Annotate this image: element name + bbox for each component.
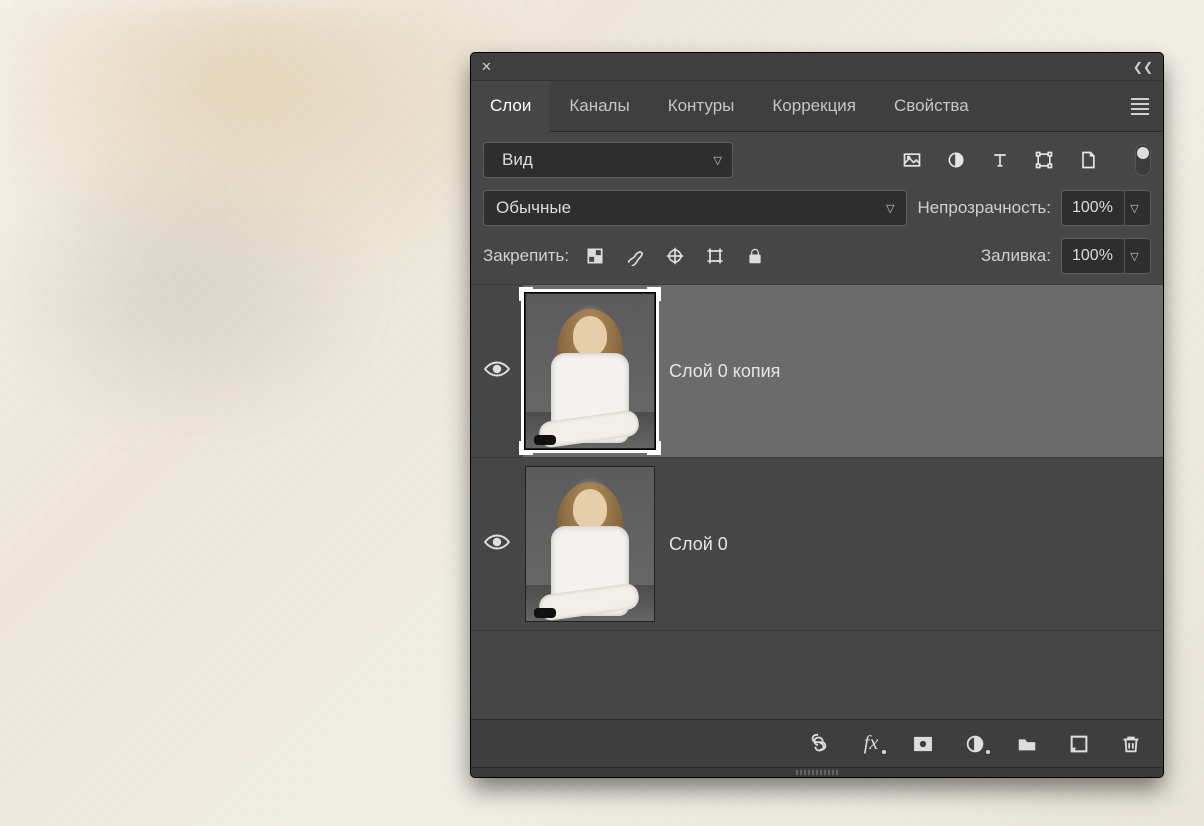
layer-row[interactable]: Слой 0 копия — [471, 285, 1163, 458]
tab-paths[interactable]: Контуры — [649, 81, 754, 131]
eye-icon — [484, 533, 510, 555]
close-panel-icon[interactable]: ✕ — [481, 60, 492, 73]
layer-style-icon[interactable]: fx — [859, 732, 883, 756]
filter-shape-icon[interactable] — [1033, 149, 1055, 171]
blend-row: Обычные ▽ Непрозрачность: 100% ▽ — [471, 186, 1163, 232]
tab-properties-label: Свойства — [894, 96, 969, 116]
dropdown-tick-icon — [882, 750, 886, 754]
filter-type-icon[interactable] — [989, 149, 1011, 171]
layer-thumbnail[interactable] — [525, 466, 655, 622]
lock-icons — [583, 244, 767, 268]
new-layer-icon[interactable] — [1067, 732, 1091, 756]
lock-row: Закрепить: Заливка: 100% ▽ — [471, 232, 1163, 284]
lock-artboard-icon[interactable] — [703, 244, 727, 268]
panel-header: ✕ ❮❮ — [471, 53, 1163, 81]
add-mask-icon[interactable] — [911, 732, 935, 756]
tab-paths-label: Контуры — [668, 96, 735, 116]
layer-row[interactable]: Слой 0 — [471, 458, 1163, 631]
layer-content[interactable]: Слой 0 — [523, 458, 1163, 630]
layers-list: Слой 0 копия — [471, 284, 1163, 719]
layer-name[interactable]: Слой 0 копия — [669, 361, 780, 382]
layer-visibility-toggle[interactable] — [471, 360, 523, 382]
panel-tabs: Слои Каналы Контуры Коррекция Свойства — [471, 81, 1163, 132]
layers-panel: ✕ ❮❮ Слои Каналы Контуры Коррекция Свойс… — [471, 53, 1163, 777]
fill-chevron-icon[interactable]: ▽ — [1124, 238, 1144, 274]
filter-pixel-icon[interactable] — [901, 149, 923, 171]
opacity-input[interactable]: 100% ▽ — [1061, 190, 1151, 226]
opacity-chevron-icon[interactable]: ▽ — [1124, 190, 1144, 226]
layer-content[interactable]: Слой 0 копия — [523, 285, 1163, 457]
chevron-down-icon: ▽ — [886, 202, 894, 215]
collapse-panel-icon[interactable]: ❮❮ — [1133, 60, 1153, 74]
tab-adjustments[interactable]: Коррекция — [753, 81, 875, 131]
delete-layer-icon[interactable] — [1119, 732, 1143, 756]
tab-layers-label: Слои — [490, 96, 531, 116]
layer-visibility-toggle[interactable] — [471, 533, 523, 555]
tab-properties[interactable]: Свойства — [875, 81, 988, 131]
chevron-down-icon: ▽ — [714, 154, 722, 167]
layer-name[interactable]: Слой 0 — [669, 534, 728, 555]
tab-channels[interactable]: Каналы — [550, 81, 648, 131]
filter-icons — [901, 149, 1099, 171]
tab-layers[interactable]: Слои — [471, 81, 550, 131]
eye-icon — [484, 360, 510, 382]
filter-toggle[interactable] — [1135, 144, 1151, 176]
link-layers-icon[interactable] — [807, 732, 831, 756]
group-icon[interactable] — [1015, 732, 1039, 756]
opacity-value: 100% — [1072, 199, 1116, 217]
panel-resize-grip[interactable] — [471, 767, 1163, 777]
opacity-label: Непрозрачность: — [917, 198, 1051, 218]
filter-row: Вид ▽ — [471, 132, 1163, 186]
lock-label: Закрепить: — [483, 246, 569, 266]
blend-mode-select[interactable]: Обычные ▽ — [483, 190, 907, 226]
layers-footer: fx — [471, 719, 1163, 767]
grip-lines-icon — [796, 770, 838, 775]
filter-type-select[interactable]: Вид ▽ — [483, 142, 733, 178]
fill-value: 100% — [1072, 247, 1116, 265]
layer-thumbnail[interactable] — [525, 293, 655, 449]
dropdown-tick-icon — [986, 750, 990, 754]
lock-transparency-icon[interactable] — [583, 244, 607, 268]
fill-label: Заливка: — [981, 246, 1051, 266]
tab-channels-label: Каналы — [569, 96, 629, 116]
blend-mode-value: Обычные — [496, 198, 886, 218]
lock-all-icon[interactable] — [743, 244, 767, 268]
fill-input[interactable]: 100% ▽ — [1061, 238, 1151, 274]
adjustment-layer-icon[interactable] — [963, 732, 987, 756]
panel-menu-icon[interactable] — [1131, 98, 1149, 115]
lock-brush-icon[interactable] — [623, 244, 647, 268]
filter-adjustment-icon[interactable] — [945, 149, 967, 171]
lock-position-icon[interactable] — [663, 244, 687, 268]
tab-adjustments-label: Коррекция — [772, 96, 856, 116]
filter-smartobject-icon[interactable] — [1077, 149, 1099, 171]
filter-type-label: Вид — [502, 150, 706, 170]
